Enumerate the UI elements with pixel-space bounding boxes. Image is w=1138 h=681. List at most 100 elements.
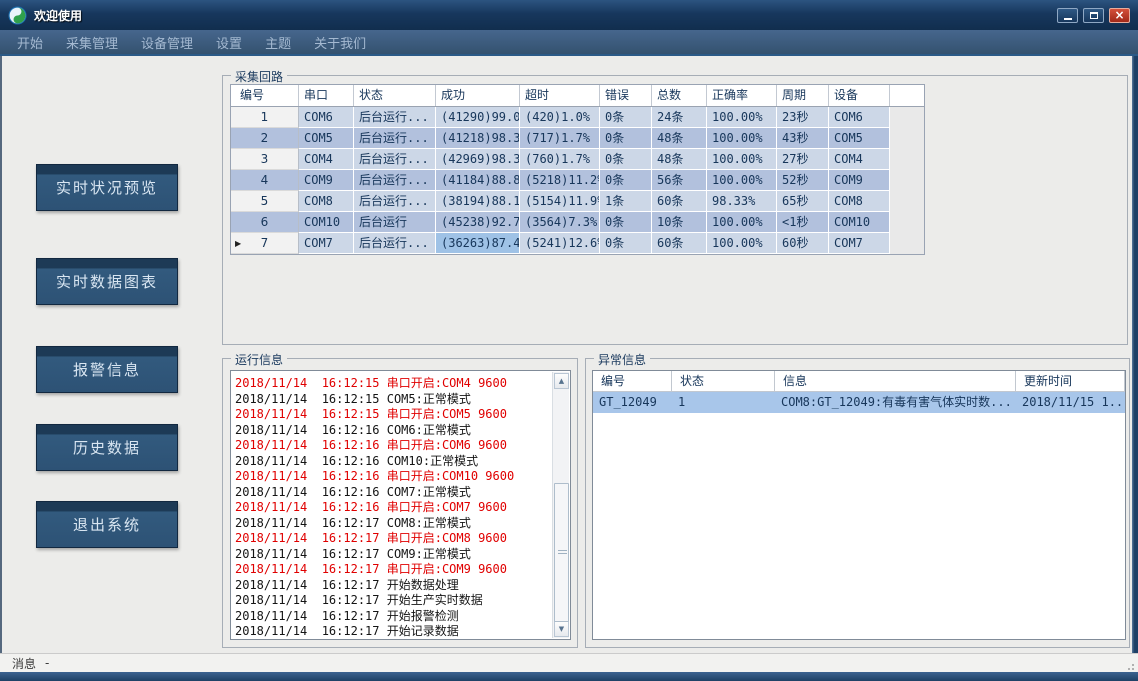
cell-timeout: (5154)11.9% (520, 191, 600, 212)
log-line: 2018/11/14 16:12:16 串口开启:COM7 9600 (235, 498, 550, 514)
minimize-button[interactable] (1057, 8, 1078, 23)
cell-accuracy: 100.00% (707, 170, 777, 191)
cell-accuracy: 100.00% (707, 149, 777, 170)
menu-item[interactable]: 设备管理 (141, 33, 193, 52)
cell-row-number: 3 (231, 149, 299, 170)
sidebar-button-exit-system[interactable]: 退出系统 (36, 501, 178, 548)
app-window: 欢迎使用 × 开始采集管理设备管理设置主题关于我们 实时状况预览 实时数据图表 … (0, 0, 1138, 681)
cell-row-number: 6 (231, 212, 299, 233)
table-row[interactable]: 4 COM9 后台运行... (41184)88.8% (5218)11.2% … (231, 170, 890, 191)
window-controls: × (1057, 8, 1130, 23)
cell-status: 后台运行... (354, 170, 436, 191)
column-header[interactable]: 状态 (354, 85, 436, 106)
cell-exception-info: COM8:GT_12049:有毒有害气体实时数... (775, 392, 1016, 413)
run-log-box[interactable]: 2018/11/14 16:12:15 串口开启:COM4 9600 2018/1… (230, 370, 571, 640)
column-header[interactable]: 设备 (829, 85, 890, 106)
cell-total: 10条 (652, 212, 707, 233)
exception-row-selected[interactable]: GT_12049 1 COM8:GT_12049:有毒有害气体实时数... 20… (593, 392, 1125, 413)
log-line: 2018/11/14 16:12:17 开始记录数据 (235, 622, 550, 638)
menu-item[interactable]: 开始 (17, 33, 43, 52)
column-header[interactable]: 更新时间 (1016, 371, 1125, 391)
column-header[interactable]: 编号 (231, 85, 299, 106)
cell-status: 后台运行 (354, 212, 436, 233)
column-header[interactable]: 编号 (593, 371, 672, 391)
exception-info-group-title: 异常信息 (594, 351, 650, 368)
status-label: 消息 (12, 655, 36, 672)
table-row[interactable]: 5 COM8 后台运行... (38194)88.1% (5154)11.9% … (231, 191, 890, 212)
collection-loop-group-title: 采集回路 (231, 68, 287, 85)
log-line: 2018/11/14 16:12:17 开始报警检测 (235, 607, 550, 623)
sidebar-button-realtime-chart[interactable]: 实时数据图表 (36, 258, 178, 305)
maximize-button[interactable] (1083, 8, 1104, 23)
column-header[interactable]: 成功 (436, 85, 520, 106)
scroll-down-icon[interactable]: ▼ (554, 621, 569, 637)
cell-exception-updated: 2018/11/15 1... (1016, 392, 1125, 413)
column-header[interactable]: 状态 (672, 371, 775, 391)
maximize-icon (1090, 12, 1098, 19)
cell-device: COM9 (829, 170, 890, 191)
column-header[interactable]: 总数 (652, 85, 707, 106)
log-scrollbar[interactable]: ▲ ▼ (552, 372, 569, 638)
sidebar-button-alarm-info[interactable]: 报警信息 (36, 346, 178, 393)
log-line: 2018/11/14 16:12:17 开始数据处理 (235, 576, 550, 592)
menu-item[interactable]: 采集管理 (66, 33, 118, 52)
window-title: 欢迎使用 (34, 7, 82, 24)
table-row[interactable]: 1 COM6 后台运行... (41290)99.0% (420)1.0% 0条… (231, 107, 890, 128)
cell-status: 后台运行... (354, 107, 436, 128)
log-line: 2018/11/14 16:12:16 COM7:正常模式 (235, 483, 550, 499)
cell-accuracy: 98.33% (707, 191, 777, 212)
column-header[interactable]: 周期 (777, 85, 829, 106)
scrollbar-thumb[interactable] (554, 483, 569, 622)
cell-total: 48条 (652, 128, 707, 149)
cell-total: 56条 (652, 170, 707, 191)
column-header[interactable]: 串口 (299, 85, 354, 106)
scroll-up-icon[interactable]: ▲ (554, 373, 569, 389)
log-line: 2018/11/14 16:12:16 串口开启:COM6 9600 (235, 436, 550, 452)
menu-item[interactable]: 主题 (265, 33, 291, 52)
log-line: 2018/11/14 16:12:15 串口开启:COM4 9600 (235, 374, 550, 390)
cell-port: COM6 (299, 107, 354, 128)
cell-timeout: (5241)12.6% (520, 233, 600, 254)
cell-cycle: 27秒 (777, 149, 829, 170)
cell-error: 0条 (600, 233, 652, 254)
column-header[interactable]: 错误 (600, 85, 652, 106)
cell-timeout: (717)1.7% (520, 128, 600, 149)
cell-success: (45238)92.7% (436, 212, 520, 233)
app-logo-icon (8, 6, 27, 25)
log-line: 2018/11/14 16:12:17 COM8:正常模式 (235, 514, 550, 530)
menu-item[interactable]: 设置 (216, 33, 242, 52)
bottom-frame (0, 672, 1138, 681)
log-line: 2018/11/14 16:12:17 串口开启:COM8 9600 (235, 529, 550, 545)
cell-timeout: (5218)11.2% (520, 170, 600, 191)
cell-success: (38194)88.1% (436, 191, 520, 212)
cell-accuracy: 100.00% (707, 233, 777, 254)
cell-device: COM4 (829, 149, 890, 170)
close-button[interactable]: × (1109, 8, 1130, 23)
menu-item[interactable]: 关于我们 (314, 33, 366, 52)
cell-success: (42969)98.3% (436, 149, 520, 170)
cell-status: 后台运行... (354, 128, 436, 149)
sidebar-button-history-data[interactable]: 历史数据 (36, 424, 178, 471)
column-header[interactable]: 超时 (520, 85, 600, 106)
cell-total: 60条 (652, 233, 707, 254)
cell-success: (36263)87.4% (436, 233, 520, 254)
table-row[interactable]: 3 COM4 后台运行... (42969)98.3% (760)1.7% 0条… (231, 149, 890, 170)
cell-cycle: 43秒 (777, 128, 829, 149)
table-row[interactable]: 7 COM7 后台运行... (36263)87.4% (5241)12.6% … (231, 233, 890, 254)
cell-cycle: 60秒 (777, 233, 829, 254)
column-header[interactable]: 信息 (775, 371, 1016, 391)
cell-timeout: (420)1.0% (520, 107, 600, 128)
column-header[interactable]: 正确率 (707, 85, 777, 106)
cell-error: 0条 (600, 128, 652, 149)
sidebar-button-realtime-preview[interactable]: 实时状况预览 (36, 164, 178, 211)
table-row[interactable]: 2 COM5 后台运行... (41218)98.3% (717)1.7% 0条… (231, 128, 890, 149)
resize-grip[interactable] (1125, 661, 1135, 671)
run-info-group-title: 运行信息 (231, 351, 287, 368)
cell-status: 后台运行... (354, 149, 436, 170)
log-line: 2018/11/14 16:12:17 COM9:正常模式 (235, 545, 550, 561)
table-row[interactable]: 6 COM10 后台运行 (45238)92.7% (3564)7.3% 0条 … (231, 212, 890, 233)
log-line: 2018/11/14 16:12:17 开始生产实时数据 (235, 591, 550, 607)
cell-timeout: (3564)7.3% (520, 212, 600, 233)
exception-table-header: 编号状态信息更新时间 (593, 371, 1125, 392)
collection-rows: 1 COM6 后台运行... (41290)99.0% (420)1.0% 0条… (231, 107, 924, 254)
